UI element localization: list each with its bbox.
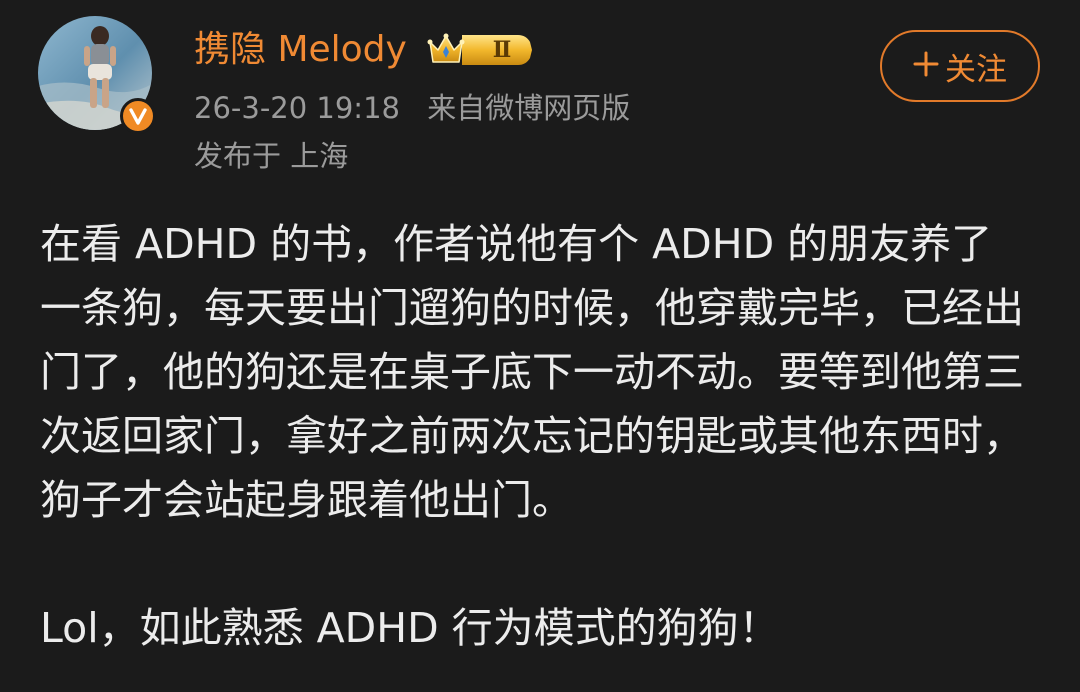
crown-rank-badge-icon[interactable]: Ⅱ: [426, 30, 534, 70]
verified-v-icon: [120, 98, 156, 134]
post-timestamp: 26-3-20 19:18: [194, 91, 400, 125]
post-meta: 26-3-20 19:18 来自微博网页版: [194, 88, 630, 128]
weibo-post: 携隐 Melody Ⅱ 26-3-20 19:18 来自微博网页版 发布于 上海: [0, 0, 1080, 692]
follow-label: 关注: [945, 51, 1007, 88]
rank-level-label: Ⅱ: [492, 37, 512, 63]
post-paragraph: 在看 ADHD 的书，作者说他有个 ADHD 的朋友养了一条狗，每天要出门遛狗的…: [40, 220, 1024, 524]
post-paragraph: Lol，如此熟悉 ADHD 行为模式的狗狗！: [40, 604, 780, 652]
author-name[interactable]: 携隐 Melody: [194, 26, 407, 74]
post-location: 发布于 上海: [194, 139, 349, 173]
follow-button[interactable]: 关注: [880, 30, 1040, 102]
post-source: 来自微博网页版: [427, 91, 631, 125]
plus-icon: [913, 48, 939, 84]
post-content: 在看 ADHD 的书，作者说他有个 ADHD 的朋友养了一条狗，每天要出门遛狗的…: [40, 212, 1030, 660]
